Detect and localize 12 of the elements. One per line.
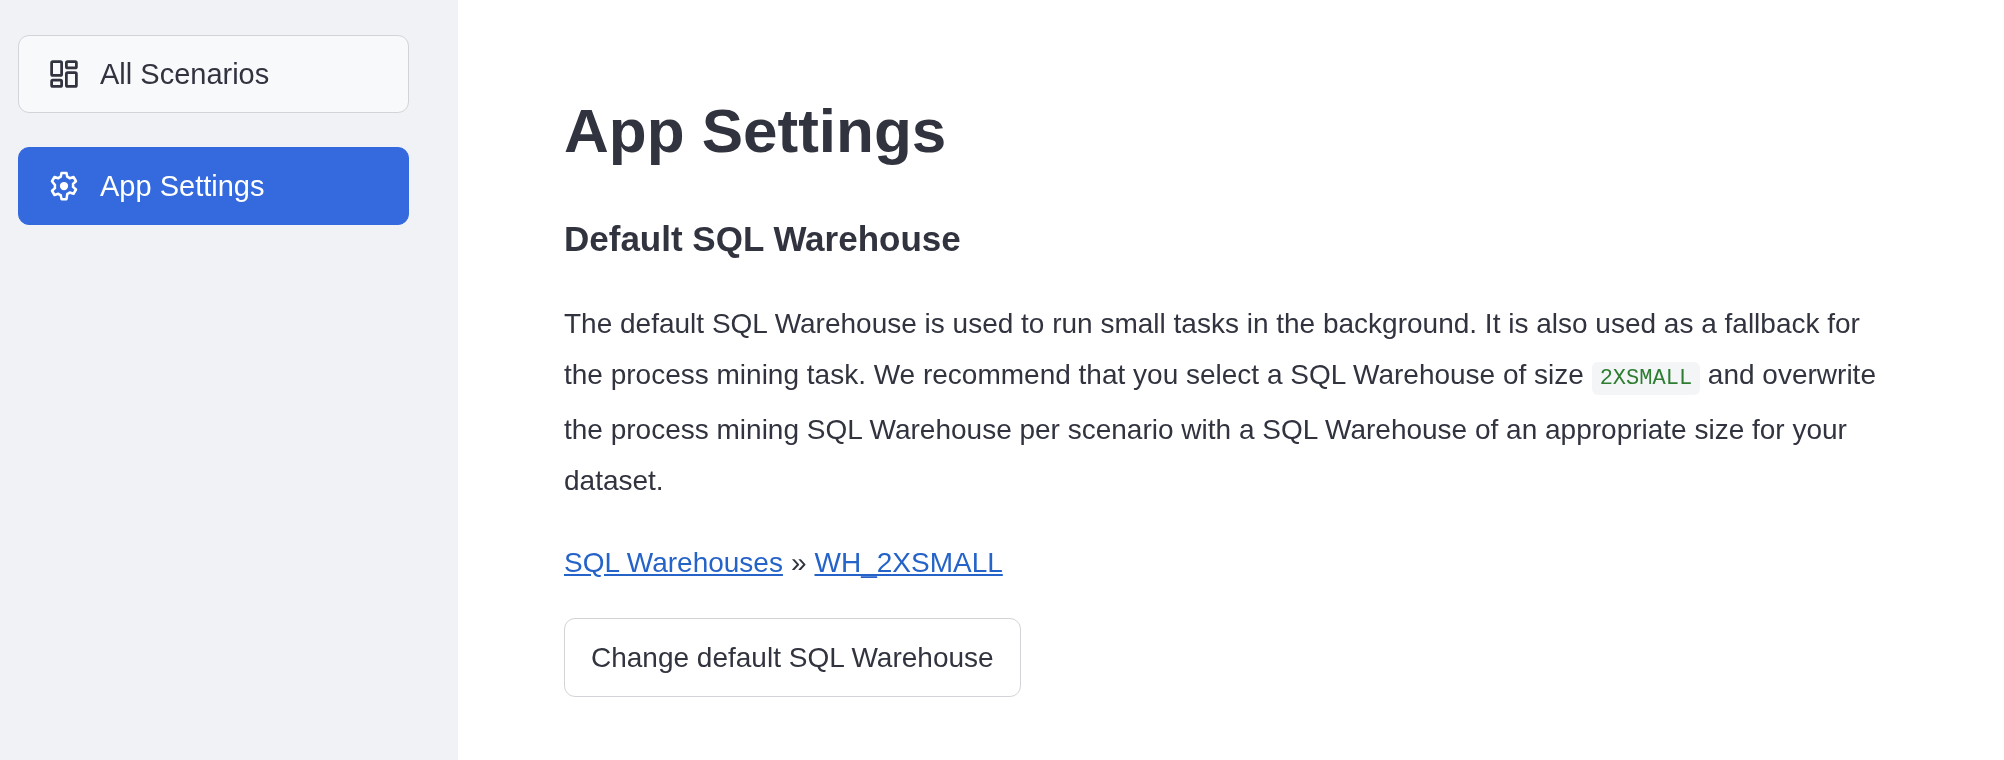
sidebar-item[interactable]: All Scenarios xyxy=(18,35,409,113)
breadcrumb-link[interactable]: SQL Warehouses xyxy=(564,542,783,584)
breadcrumb-link[interactable]: WH_2XSMALL xyxy=(814,542,1003,584)
change-warehouse-button[interactable]: Change default SQL Warehouse xyxy=(564,618,1021,697)
page-title: App Settings xyxy=(564,95,948,167)
settings-icon xyxy=(49,171,79,201)
sidebar-item[interactable]: App Settings xyxy=(18,147,409,225)
breadcrumb-separator: » xyxy=(790,546,807,580)
section-heading: Default SQL Warehouse xyxy=(564,218,962,260)
dashboard-icon xyxy=(49,59,79,89)
inline-code: 2XSMALL xyxy=(1591,362,1701,395)
description-text: The default SQL Warehouse is used to run small tasks in the background. It is also used as a fallback for the process mining task. We recommend that you select a SQL Warehouse of size 2XSMALL and overwrite the process mining SQL Warehouse per scenario with a SQL Warehouse of an appropriate size for your dataset. xyxy=(564,307,1877,498)
